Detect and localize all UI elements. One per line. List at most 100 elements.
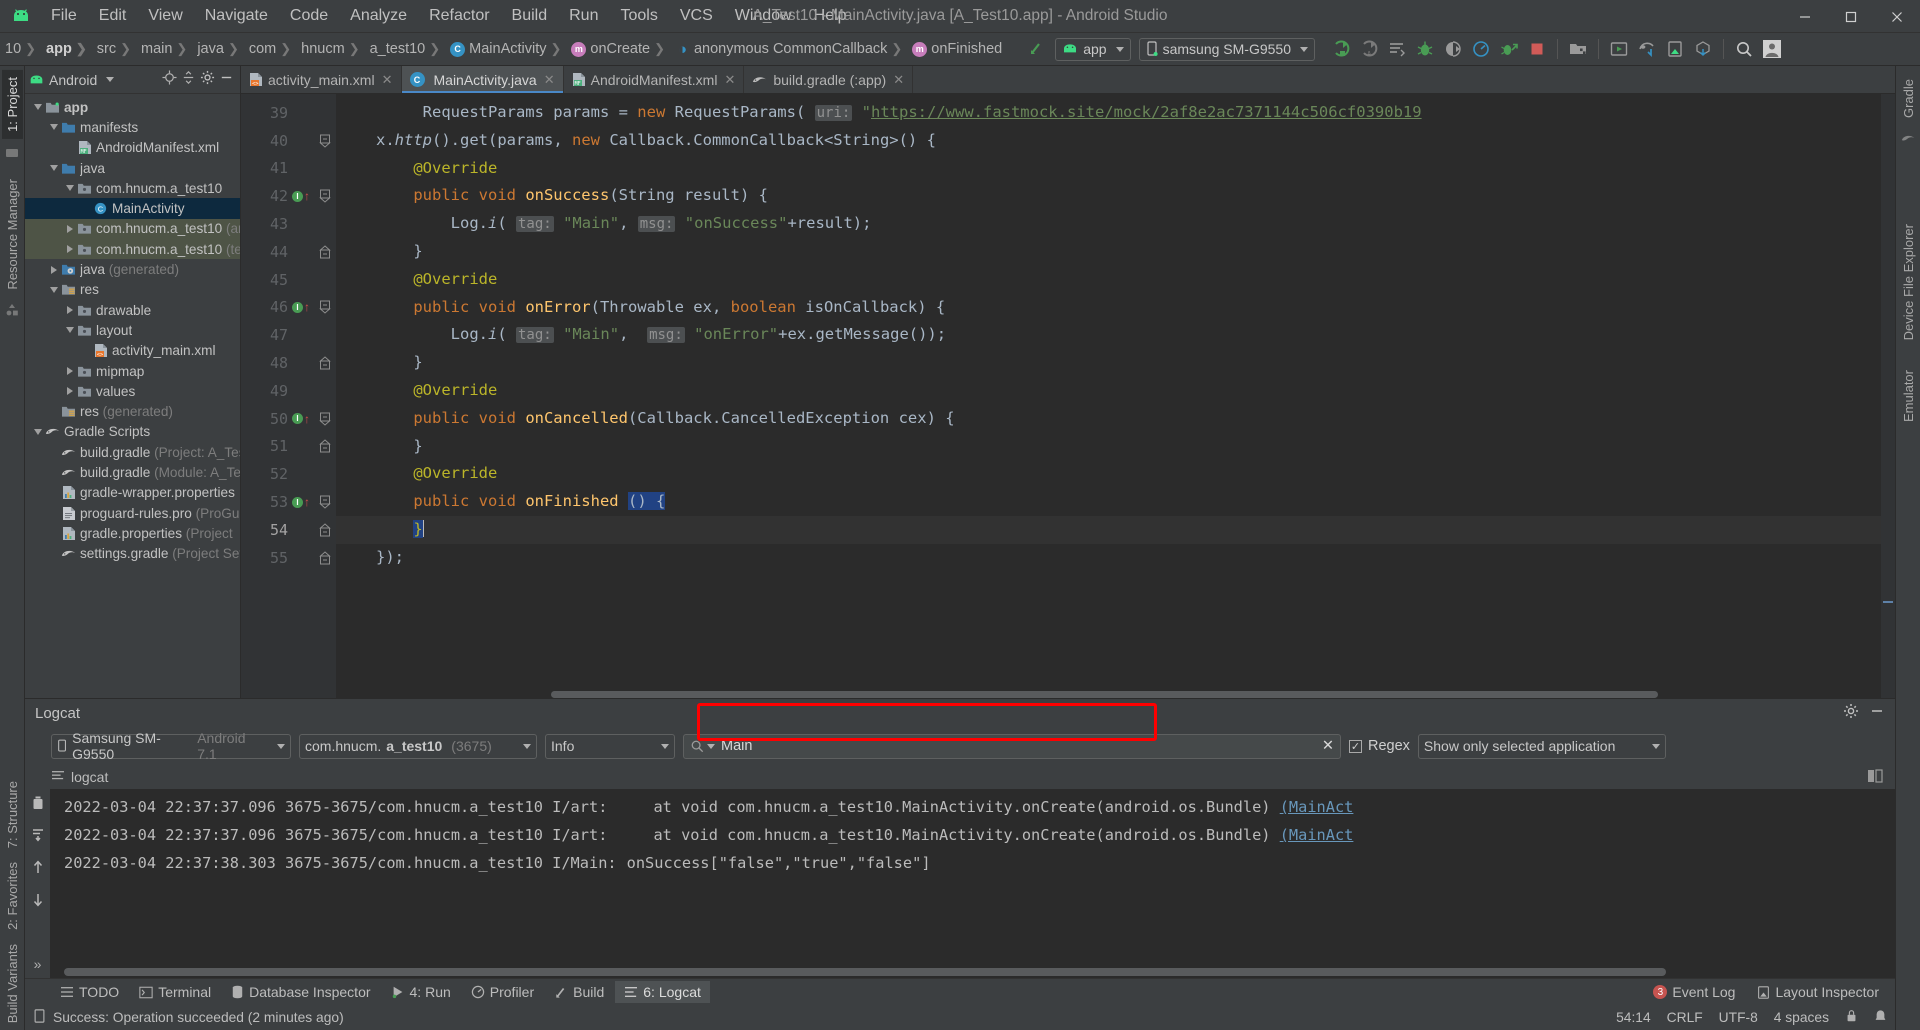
code-folding-marker[interactable] (314, 411, 336, 427)
scroll-to-end-icon[interactable] (31, 828, 45, 847)
gutter-row[interactable]: 52 (241, 460, 336, 488)
settings-gear-icon[interactable] (200, 70, 215, 90)
twisty-collapsed-icon[interactable] (47, 265, 60, 274)
clear-search-icon[interactable]: ✕ (1322, 738, 1334, 754)
tree-item[interactable]: app (25, 97, 240, 117)
apply-code-changes-icon[interactable] (1384, 37, 1410, 61)
checkbox-icon[interactable]: ✓ (1349, 739, 1362, 753)
tree-item[interactable]: proguard-rules.pro (ProGu (25, 503, 240, 523)
code-folding-marker[interactable] (314, 494, 336, 510)
editor-tab-activity-main-xml[interactable]: <> activity_main.xml ✕ (241, 66, 402, 93)
twisty-expanded-icon[interactable] (31, 104, 44, 111)
maximize-button[interactable] (1828, 0, 1874, 33)
override-method-icon[interactable]: I ↑ (288, 496, 314, 508)
notifications-icon[interactable] (1874, 1009, 1887, 1026)
gutter-row[interactable]: 53 I ↑ (241, 488, 336, 516)
tree-item[interactable]: layout (25, 320, 240, 340)
editor-tab-androidmanifest-xml[interactable]: MF AndroidManifest.xml ✕ (564, 66, 745, 93)
logcat-process-selector[interactable]: com.hnucm. a_test10 (3675) (299, 733, 537, 759)
tree-item[interactable]: C MainActivity (25, 198, 240, 219)
twisty-expanded-icon[interactable] (63, 185, 76, 192)
previous-occurrence-icon[interactable] (31, 859, 45, 880)
tree-item[interactable]: com.hnucm.a_test10 (25, 178, 240, 198)
search-everywhere-icon[interactable] (1731, 37, 1757, 61)
editor-horizontal-scrollbar[interactable] (336, 689, 1873, 698)
device-selector[interactable]: samsung SM-G9550 (1138, 37, 1315, 61)
breadcrumb-item-main[interactable]: main ❯ (138, 41, 194, 57)
tree-item[interactable]: drawable (25, 300, 240, 320)
tool-tab-device-file-explorer[interactable]: Device File Explorer (1898, 217, 1919, 347)
run-button[interactable] (1328, 37, 1354, 61)
code-folding-marker[interactable] (314, 133, 336, 149)
code-folding-marker[interactable] (314, 355, 336, 371)
breadcrumb-item-com[interactable]: com ❯ (246, 41, 298, 57)
next-occurrence-icon[interactable] (31, 892, 45, 913)
tree-item[interactable]: settings.gradle (Project Set (25, 544, 240, 564)
tool-tab-structure[interactable]: 7: Structure (2, 774, 23, 855)
logcat-row[interactable]: 2022-03-04 22:37:38.303 3675-3675/com.hn… (50, 849, 1895, 877)
breadcrumb-item-java[interactable]: java ❯ (194, 41, 246, 57)
twisty-collapsed-icon[interactable] (63, 306, 76, 315)
menu-refactor[interactable]: Refactor (418, 4, 500, 28)
twisty-expanded-icon[interactable] (31, 428, 44, 435)
bottom-tab-todo[interactable]: TODO (51, 981, 128, 1003)
logcat-regex-toggle[interactable]: ✓ Regex (1349, 738, 1410, 754)
breadcrumb-item-10[interactable]: 10 ❯ (2, 41, 43, 57)
logcat-source-link[interactable]: (MainAct (1280, 826, 1354, 844)
tree-item[interactable]: build.gradle (Project: A_Tes (25, 442, 240, 462)
close-icon[interactable]: ✕ (544, 72, 555, 88)
editor-gutter[interactable]: 39 40 41 42 I ↑ 43 44 45 46 I ↑ 47 48 49 50 I ↑ 51 52 53 I ↑ 54… (241, 94, 336, 698)
logcat-row[interactable]: 2022-03-04 22:37:37.096 3675-3675/com.hn… (50, 821, 1895, 849)
twisty-expanded-icon[interactable] (47, 165, 60, 172)
gutter-row[interactable]: 39 (241, 99, 336, 127)
twisty-collapsed-icon[interactable] (63, 387, 76, 396)
gutter-row[interactable]: 51 (241, 433, 336, 461)
tool-tab-gradle[interactable]: Gradle (1898, 72, 1919, 125)
logcat-scope-selector[interactable]: Show only selected application (1417, 733, 1666, 759)
tree-item[interactable]: gradle-wrapper.properties (25, 483, 240, 503)
more-actions-icon[interactable]: » (34, 956, 42, 978)
menu-vcs[interactable]: VCS (669, 4, 724, 28)
gutter-row[interactable]: 49 (241, 377, 336, 405)
gutter-row[interactable]: 40 (241, 127, 336, 155)
tree-item[interactable]: manifests (25, 117, 240, 137)
menu-help[interactable]: Help (803, 4, 858, 28)
gutter-row[interactable]: 45 (241, 266, 336, 294)
logcat-messages[interactable]: 2022-03-04 22:37:37.096 3675-3675/com.hn… (50, 789, 1895, 978)
logcat-row[interactable]: 2022-03-04 22:37:37.096 3675-3675/com.hn… (50, 793, 1895, 821)
breadcrumb-item-onfinished[interactable]: m onFinished (909, 41, 1005, 57)
twisty-collapsed-icon[interactable] (63, 367, 76, 375)
hide-panel-icon[interactable] (219, 70, 234, 90)
profiler-icon[interactable] (1468, 37, 1494, 61)
breadcrumb-item-oncreate[interactable]: m onCreate ❯ (568, 41, 672, 57)
menu-navigate[interactable]: Navigate (194, 4, 279, 28)
code-editor[interactable]: 39 40 41 42 I ↑ 43 44 45 46 I ↑ 47 48 49 50 I ↑ 51 52 53 I ↑ 54… (241, 94, 1895, 698)
indent-setting[interactable]: 4 spaces (1774, 1010, 1829, 1025)
tree-item[interactable]: MF AndroidManifest.xml (25, 138, 240, 158)
gutter-row[interactable]: 46 I ↑ (241, 294, 336, 322)
apply-changes-icon[interactable]: A (1356, 37, 1382, 61)
tree-item[interactable]: build.gradle (Module: A_Te (25, 462, 240, 482)
logcat-source-link[interactable]: (MainAct (1280, 798, 1354, 816)
breadcrumb-item-mainactivity[interactable]: C MainActivity ❯ (447, 41, 568, 57)
collapse-icon[interactable] (5, 146, 19, 165)
collapse-all-icon[interactable] (181, 70, 196, 90)
breadcrumb-item-a-test10[interactable]: a_test10 ❯ (367, 41, 448, 57)
editor-marker-bar[interactable] (1881, 94, 1895, 698)
minimize-button[interactable] (1782, 0, 1828, 33)
gutter-row[interactable]: 41 (241, 155, 336, 183)
resource-icon[interactable] (5, 303, 19, 322)
twisty-expanded-icon[interactable] (47, 286, 60, 293)
menu-edit[interactable]: Edit (88, 4, 138, 28)
tree-item[interactable]: gradle.properties (Project (25, 523, 240, 543)
twisty-collapsed-icon[interactable] (63, 224, 76, 233)
code-folding-marker[interactable] (314, 522, 336, 538)
event-log-button[interactable]: 3 Event Log (1649, 981, 1739, 1003)
scrollbar-thumb[interactable] (551, 691, 1658, 698)
tree-item[interactable]: java (generated) (25, 259, 240, 279)
bottom-tab-run[interactable]: 4: Run (382, 981, 460, 1003)
code-folding-marker[interactable] (314, 299, 336, 315)
layout-inspector-button[interactable]: Layout Inspector (1753, 981, 1883, 1003)
editor-tab-build-gradle[interactable]: build.gradle (:app) ✕ (744, 66, 914, 93)
project-view-selector[interactable]: Android (29, 72, 115, 88)
